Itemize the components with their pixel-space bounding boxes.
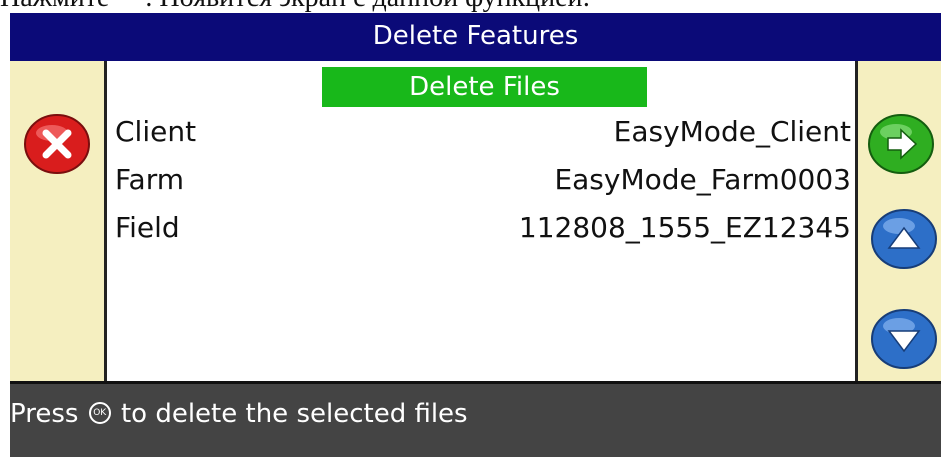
row-value: EasyMode_Farm0003 bbox=[554, 163, 851, 196]
scroll-down-button[interactable] bbox=[869, 308, 939, 370]
scroll-up-button[interactable] bbox=[869, 208, 939, 270]
row-value: 112808_1555_EZ12345 bbox=[518, 211, 851, 244]
device-screen: Delete Features Delete Files Client Easy… bbox=[10, 13, 941, 457]
ok-button-icon: OK bbox=[88, 401, 111, 424]
row-value: EasyMode_Client bbox=[613, 115, 851, 148]
cancel-button[interactable] bbox=[22, 113, 92, 175]
row-label: Client bbox=[115, 115, 197, 148]
caption-prefix: Нажмите bbox=[0, 0, 109, 13]
row-label: Field bbox=[115, 211, 180, 244]
window-title: Delete Features bbox=[10, 13, 941, 61]
list-item-field[interactable]: Field 112808_1555_EZ12345 bbox=[115, 207, 851, 249]
arrow-right-icon bbox=[868, 114, 934, 174]
next-button[interactable] bbox=[866, 113, 936, 175]
status-press: Press bbox=[10, 399, 79, 429]
delete-files-header: Delete Files bbox=[322, 67, 647, 107]
status-bar: Press OK to delete the selected files bbox=[10, 381, 941, 457]
arrow-down-icon bbox=[871, 309, 937, 369]
main-panel: Delete Files Client EasyMode_Client Farm… bbox=[104, 61, 858, 381]
document-caption: Нажмите . Появится экран с данной функци… bbox=[0, 0, 941, 13]
status-message: Press OK to delete the selected files bbox=[10, 394, 468, 434]
arrow-up-icon bbox=[871, 209, 937, 269]
left-button-panel bbox=[10, 61, 104, 381]
status-text: to delete the selected files bbox=[120, 399, 468, 429]
list-item-client[interactable]: Client EasyMode_Client bbox=[115, 111, 851, 153]
close-x-icon bbox=[24, 114, 90, 174]
caption-suffix: . Появится экран с данной функцией: bbox=[145, 0, 590, 13]
list-item-farm[interactable]: Farm EasyMode_Farm0003 bbox=[115, 159, 851, 201]
row-label: Farm bbox=[115, 163, 184, 196]
